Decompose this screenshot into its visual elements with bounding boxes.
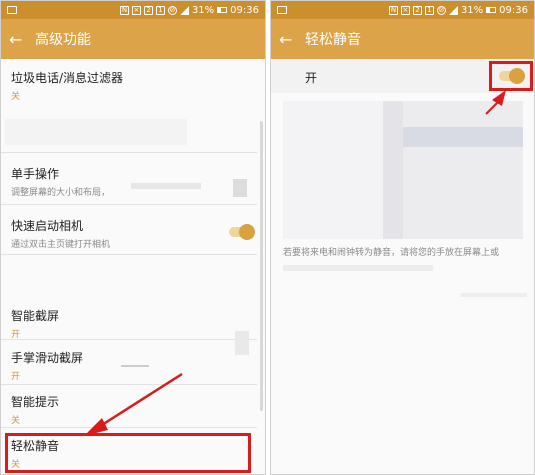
signal-icon: [179, 5, 189, 15]
battery-percent: 31%: [460, 4, 484, 16]
nfc-icon: N: [388, 5, 398, 15]
clock: 09:36: [230, 4, 259, 16]
app-bar: ← 轻松静音: [271, 19, 534, 59]
battery-icon: [217, 7, 228, 13]
setting-status: 关: [11, 92, 21, 102]
blurred-region: [283, 265, 433, 271]
screenshot-notification-icon: [277, 6, 287, 14]
sim-icon: 1: [155, 5, 165, 15]
setting-one-hand-mode[interactable]: 单手操作 调整屏幕的大小和布局，: [1, 165, 265, 198]
screenshot-stage: N × 2 1 ⊘ 31% 09:36 ← 高级功能 垃圾电话/消息过滤器 关: [0, 0, 535, 475]
divider: [1, 254, 257, 255]
signal-icon: [448, 5, 458, 15]
feature-description: 若要将来电和闹钟转为静音，请将您的手放在屏幕上或: [283, 248, 500, 258]
setting-spam-filter[interactable]: 垃圾电话/消息过滤器 关: [1, 69, 265, 102]
blurred-region: [235, 331, 249, 355]
divider: [1, 339, 257, 340]
blocked-icon: ⊘: [167, 5, 177, 15]
divider: [1, 152, 257, 153]
blurred-region: [121, 365, 149, 367]
sim-icon: 2: [143, 5, 153, 15]
toggle-highlight-box: [489, 61, 533, 91]
blurred-region: [5, 119, 187, 145]
setting-title: 垃圾电话/消息过滤器: [11, 71, 124, 85]
status-bar: N × 2 1 ⊘ 31% 09:36: [271, 1, 534, 19]
mute-icon: ×: [131, 5, 141, 15]
preview-panel: [403, 127, 523, 147]
setting-description: 通过双击主页键打开相机: [11, 240, 111, 250]
setting-quick-launch-camera[interactable]: 快速启动相机 通过双击主页键打开相机: [1, 217, 265, 250]
divider: [1, 204, 257, 205]
scrollbar[interactable]: [260, 121, 263, 411]
camera-toggle[interactable]: [229, 224, 255, 240]
blocked-icon: ⊘: [436, 5, 446, 15]
red-arrow-to-easy-mute: [84, 372, 183, 436]
status-icons: N × 2 1 ⊘ 31% 09:36: [119, 4, 259, 16]
back-arrow-icon[interactable]: ←: [9, 30, 29, 49]
setting-title: 智能截屏: [11, 309, 60, 323]
app-bar: ← 高级功能: [1, 19, 265, 59]
setting-title: 手掌滑动截屏: [11, 351, 84, 365]
status-icons: N × 2 1 ⊘ 31% 09:36: [388, 4, 528, 16]
sim-icon: 1: [424, 5, 434, 15]
preview-panel: [283, 101, 383, 239]
clock: 09:36: [499, 4, 528, 16]
preview-panel: [383, 101, 403, 239]
page-title: 高级功能: [35, 32, 91, 48]
screenshot-notification-icon: [7, 6, 17, 14]
sim-icon: 2: [412, 5, 422, 15]
red-arrow-to-toggle: [485, 90, 506, 115]
page-title: 轻松静音: [305, 32, 361, 48]
setting-title: 单手操作: [11, 167, 60, 181]
animation-preview: [283, 101, 523, 239]
blurred-region: [131, 183, 201, 189]
battery-percent: 31%: [191, 4, 215, 16]
blurred-region: [233, 179, 247, 197]
back-arrow-icon[interactable]: ←: [279, 30, 299, 49]
setting-title: 快速启动相机: [11, 219, 84, 233]
mute-icon: ×: [400, 5, 410, 15]
nfc-icon: N: [119, 5, 129, 15]
switch-label: 开: [305, 71, 318, 85]
battery-icon: [486, 7, 497, 13]
setting-smart-capture[interactable]: 智能截屏 开: [1, 307, 265, 340]
right-phone-screen: N × 2 1 ⊘ 31% 09:36 ← 轻松静音 开 若要将来电和闹钟转为静…: [270, 0, 535, 475]
toggle-knob: [239, 224, 255, 240]
status-bar: N × 2 1 ⊘ 31% 09:36: [1, 1, 265, 19]
blurred-region: [461, 293, 527, 297]
